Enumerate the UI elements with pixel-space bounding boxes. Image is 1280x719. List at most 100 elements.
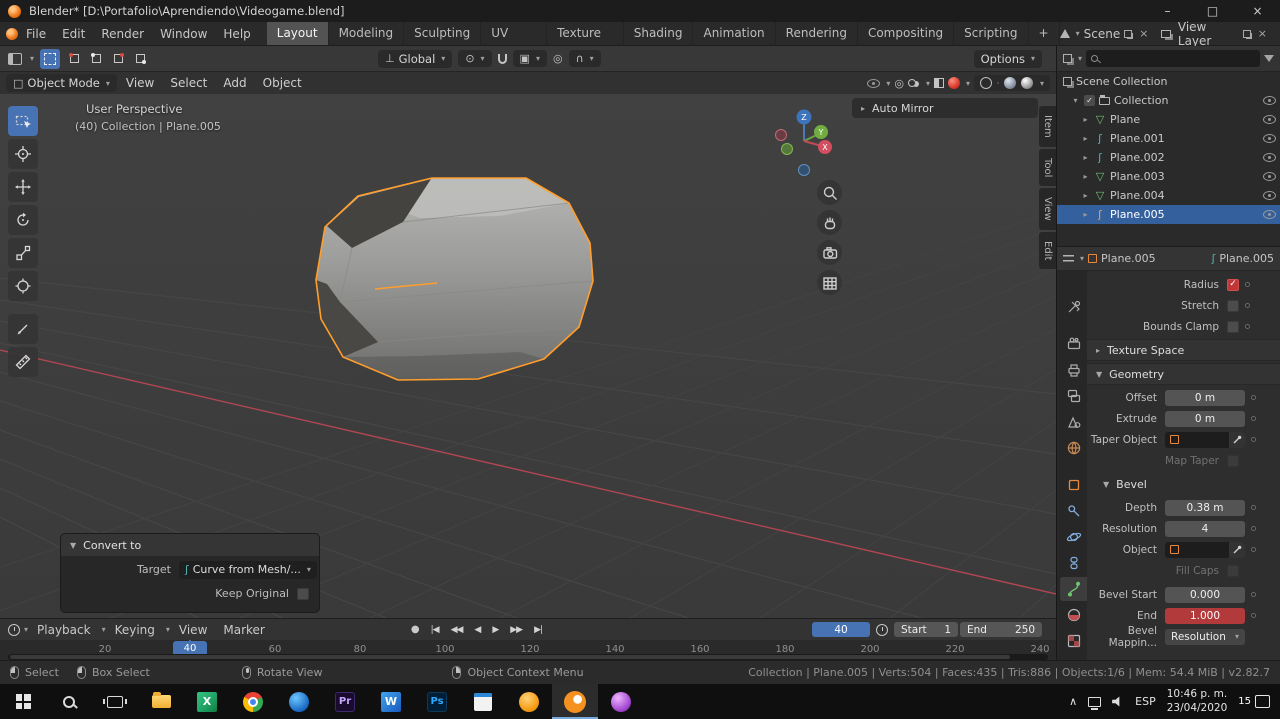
zoom-icon[interactable]: [817, 180, 842, 205]
new-view-layer-icon[interactable]: [1243, 29, 1251, 38]
premiere-button[interactable]: Pr: [322, 684, 368, 719]
outliner-row-plane004[interactable]: ▸ ▽ Plane.004: [1057, 186, 1280, 205]
geometry-collapse-icon[interactable]: ▼: [1096, 370, 1102, 379]
workspace-tab-layout[interactable]: Layout: [266, 22, 329, 45]
timeline-menu-view[interactable]: View: [172, 618, 214, 642]
outliner-row-scene-collection[interactable]: Scene Collection: [1057, 72, 1280, 91]
record-button[interactable]: ●: [406, 624, 424, 635]
purple-app-button[interactable]: [598, 684, 644, 719]
auto-mirror-panel[interactable]: ▸ Auto Mirror: [852, 98, 1038, 118]
collection-expand-icon[interactable]: ▾: [1071, 96, 1080, 105]
bevel-object-decorator-icon[interactable]: [1245, 547, 1261, 552]
blender-menu-icon[interactable]: [6, 27, 18, 40]
xray-toggle-icon[interactable]: [933, 78, 944, 88]
map-taper-checkbox[interactable]: [1227, 454, 1239, 467]
viewport-menu-add[interactable]: Add: [216, 72, 253, 94]
prev-keyframe-button[interactable]: ◀◀: [446, 625, 468, 635]
object-visibility-icon[interactable]: [867, 78, 881, 88]
new-scene-icon[interactable]: [1124, 29, 1133, 38]
tab-tool-icon[interactable]: [1060, 295, 1087, 319]
tab-material-icon[interactable]: [1060, 603, 1087, 627]
bounds-clamp-checkbox[interactable]: [1227, 320, 1239, 333]
bevel-mapping-dropdown[interactable]: Resolution ▾: [1165, 628, 1245, 645]
select-mode-extend-icon[interactable]: [88, 51, 104, 67]
taskbar-search-button[interactable]: [46, 684, 92, 719]
viewport-menu-view[interactable]: View: [119, 72, 161, 94]
menu-file[interactable]: File: [18, 22, 54, 46]
convert-collapse-icon[interactable]: ▼: [70, 541, 76, 550]
select-mode-intersect-icon[interactable]: [132, 51, 148, 67]
blue-app-button[interactable]: [276, 684, 322, 719]
word-button[interactable]: W: [368, 684, 414, 719]
taper-object-field[interactable]: [1165, 431, 1245, 448]
object-visibility-icon[interactable]: [1263, 210, 1276, 219]
workspace-tab-uv-editing[interactable]: UV Editing: [481, 22, 548, 63]
object-visibility-icon[interactable]: [1263, 191, 1276, 200]
shading-rendered-icon[interactable]: [1020, 77, 1033, 89]
viewport-menu-select[interactable]: Select: [163, 72, 214, 94]
preview-caret-icon[interactable]: ▾: [966, 79, 970, 88]
menu-render[interactable]: Render: [93, 22, 152, 46]
breadcrumb-object[interactable]: Plane.005: [1101, 252, 1156, 265]
resolution-field[interactable]: 4: [1165, 520, 1245, 537]
remove-view-layer-icon[interactable]: ×: [1255, 27, 1270, 40]
active-tool-box-select-icon[interactable]: [40, 48, 61, 69]
viewport-menu-object[interactable]: Object: [256, 72, 309, 94]
target-dropdown[interactable]: ʃ Curve from Mesh/... ▾: [179, 560, 317, 579]
workspace-tab-rendering[interactable]: Rendering: [776, 22, 858, 45]
eyedropper-icon[interactable]: [1229, 541, 1245, 558]
outliner-row-plane005[interactable]: ▸ ʃ Plane.005: [1057, 205, 1280, 224]
extrude-field[interactable]: 0 m: [1165, 410, 1245, 427]
bevel-start-decorator-icon[interactable]: [1245, 592, 1261, 597]
play-reverse-button[interactable]: ◀: [469, 625, 485, 635]
offset-field[interactable]: 0 m: [1165, 389, 1245, 406]
calendar-button[interactable]: [460, 684, 506, 719]
menu-window[interactable]: Window: [152, 22, 215, 46]
timeline-menu-marker[interactable]: Marker: [216, 618, 271, 642]
depth-decorator-icon[interactable]: [1245, 505, 1261, 510]
tab-output-icon[interactable]: [1060, 358, 1087, 382]
bevel-panel-header[interactable]: ▼ Bevel: [1087, 473, 1280, 495]
current-frame-field[interactable]: 40: [812, 622, 870, 637]
object-name[interactable]: Plane.004: [1110, 189, 1165, 202]
jump-to-start-button[interactable]: |◀: [426, 625, 444, 635]
properties-editor-caret-icon[interactable]: ▾: [1080, 254, 1084, 263]
stretch-checkbox[interactable]: [1227, 299, 1239, 312]
object-name[interactable]: Plane.003: [1110, 170, 1165, 183]
workspace-tab-modeling[interactable]: Modeling: [329, 22, 405, 45]
object-name[interactable]: Plane.002: [1110, 151, 1165, 164]
jump-to-end-button[interactable]: ▶|: [529, 625, 547, 635]
pivot-point-dropdown[interactable]: ⊙ ▾: [458, 50, 492, 67]
workspace-tab-shading[interactable]: Shading: [624, 22, 694, 45]
snap-settings-dropdown[interactable]: ▣ ▾: [512, 50, 547, 67]
menu-help[interactable]: Help: [215, 22, 258, 46]
tab-texture-icon[interactable]: [1060, 629, 1087, 653]
shading-wireframe-icon[interactable]: [979, 77, 992, 89]
scene-dropdown-icon[interactable]: ▾: [1076, 29, 1080, 38]
timeline-menu-keying[interactable]: Keying: [108, 618, 162, 642]
frame-end-field[interactable]: End 250: [960, 622, 1042, 637]
hidden-icons-chevron[interactable]: ∧: [1069, 695, 1077, 708]
tab-view-layer-icon[interactable]: [1060, 384, 1087, 408]
bevel-end-decorator-icon[interactable]: [1245, 613, 1261, 618]
auto-mirror-expand-icon[interactable]: ▸: [861, 104, 865, 113]
workspace-tab-texture-paint[interactable]: Texture Paint: [547, 22, 624, 63]
unlink-scene-icon[interactable]: ×: [1136, 27, 1151, 40]
expand-icon[interactable]: ▸: [1081, 115, 1090, 124]
frame-start-field[interactable]: Start 1: [894, 622, 958, 637]
object-visibility-icon[interactable]: [1263, 134, 1276, 143]
action-center-button[interactable]: 15: [1238, 695, 1270, 708]
add-workspace-button[interactable]: +: [1029, 22, 1060, 45]
outliner-row-plane001[interactable]: ▸ ʃ Plane.001: [1057, 129, 1280, 148]
next-keyframe-button[interactable]: ▶▶: [505, 625, 527, 635]
expand-icon[interactable]: ▸: [1081, 134, 1090, 143]
tab-render-icon[interactable]: [1060, 332, 1087, 356]
tab-modifiers-icon[interactable]: [1060, 499, 1087, 523]
sidebar-tab-item[interactable]: Item: [1039, 106, 1056, 147]
radius-checkbox[interactable]: ✓: [1227, 278, 1239, 291]
selected-object-plane005[interactable]: [315, 177, 594, 381]
keep-original-checkbox[interactable]: [297, 587, 309, 600]
outliner-row-plane[interactable]: ▸ ▽ Plane: [1057, 110, 1280, 129]
tab-scene-icon[interactable]: [1060, 410, 1087, 434]
transform-orientation-dropdown[interactable]: ⊥ Global ▾: [378, 49, 453, 68]
